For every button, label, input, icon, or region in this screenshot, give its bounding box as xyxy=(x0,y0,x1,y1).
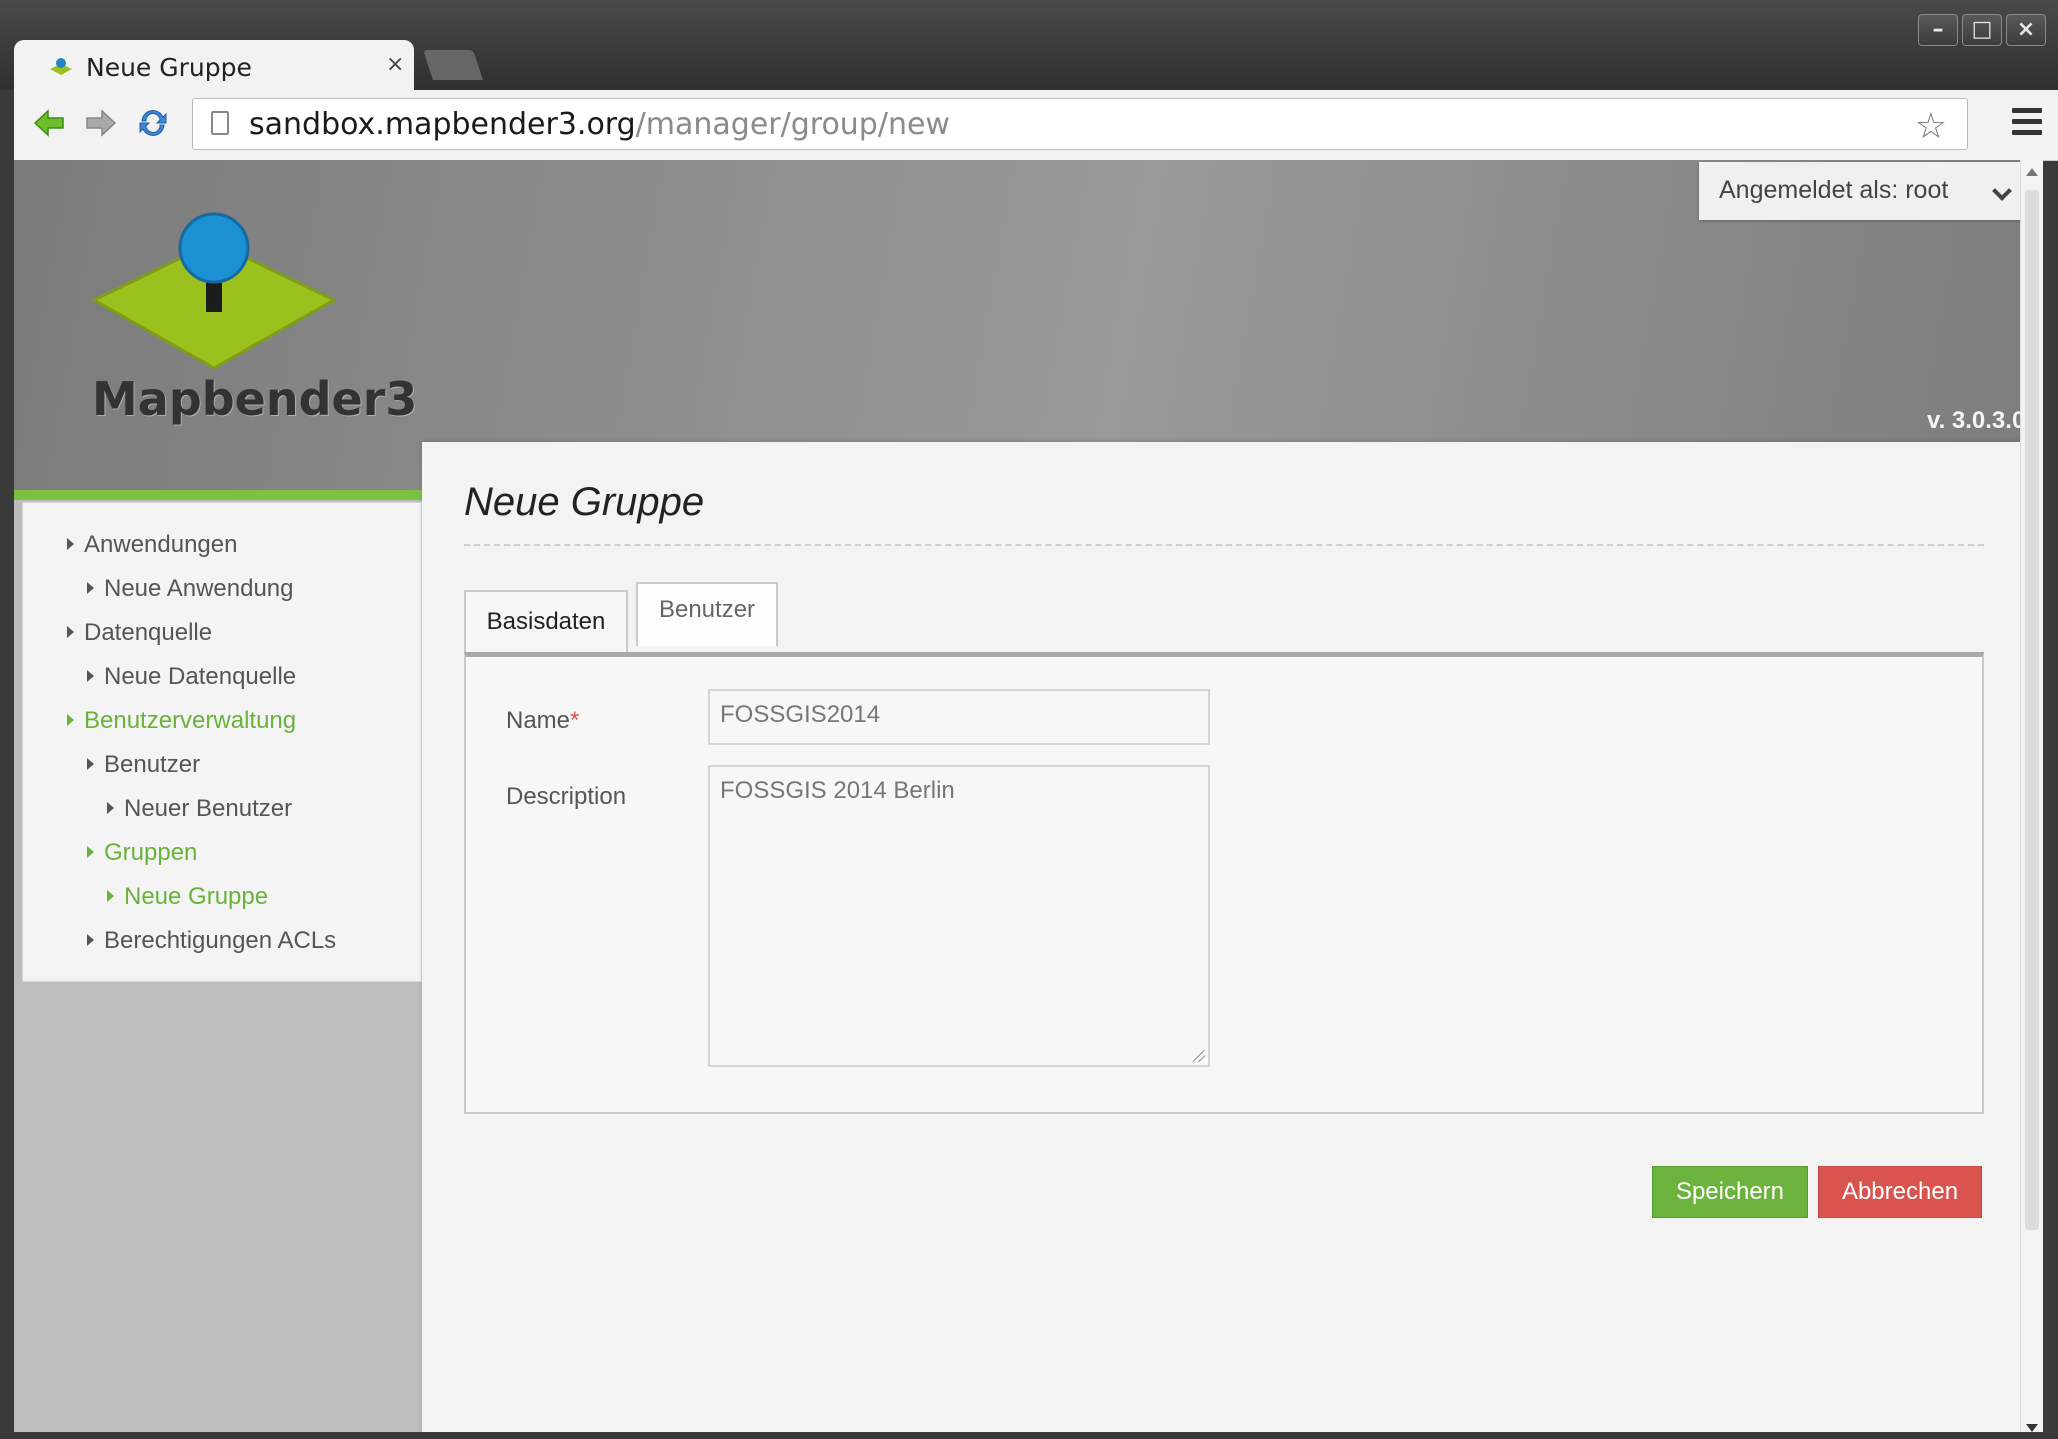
close-window-button[interactable]: × xyxy=(2006,14,2046,46)
page-icon xyxy=(211,111,229,135)
url-text: sandbox.mapbender3.org/manager/group/new xyxy=(249,107,950,142)
url-host: sandbox.mapbender3.org xyxy=(249,107,636,142)
tab-close-icon[interactable]: × xyxy=(386,52,404,77)
sidebar-item-neuer-benutzer[interactable]: Neuer Benutzer xyxy=(107,795,292,823)
tab-label: Basisdaten xyxy=(486,608,606,635)
sidebar-item-label: Anwendungen xyxy=(84,531,238,558)
triangle-right-icon xyxy=(87,670,94,682)
sidebar-item-label: Benutzer xyxy=(104,751,201,778)
sidebar-item-neue-datenquelle[interactable]: Neue Datenquelle xyxy=(87,663,296,691)
sidebar-nav: Anwendungen Neue Anwendung Datenquelle N… xyxy=(22,502,422,982)
back-arrow-icon[interactable] xyxy=(32,106,66,140)
save-button[interactable]: Speichern xyxy=(1652,1166,1808,1218)
window-bottom-border xyxy=(0,1432,2058,1439)
cancel-button[interactable]: Abbrechen xyxy=(1818,1166,1982,1218)
name-label: Name* xyxy=(506,707,579,735)
scroll-up-icon[interactable] xyxy=(2026,168,2038,176)
browser-window: – □ × Neue Gruppe × sandbox.mapbender3.o… xyxy=(0,0,2058,1439)
sidebar-item-label: Neue Gruppe xyxy=(124,883,269,910)
user-menu[interactable]: Angemeldet als: root xyxy=(1699,162,2025,220)
sidebar-item-label: Gruppen xyxy=(104,839,198,866)
page-viewport: Mapbender3 Angemeldet als: root v. 3.0.3… xyxy=(14,160,2034,1439)
bookmark-star-icon[interactable]: ☆ xyxy=(1915,105,1947,147)
sidebar-item-label: Neuer Benutzer xyxy=(124,795,293,822)
scroll-down-icon[interactable] xyxy=(2026,1424,2038,1432)
description-textarea[interactable]: FOSSGIS 2014 Berlin xyxy=(708,765,1210,1067)
browser-tab[interactable]: Neue Gruppe × xyxy=(14,40,414,92)
tab-benutzer[interactable]: Benutzer xyxy=(636,582,778,646)
title-bar: – □ × Neue Gruppe × xyxy=(0,0,2058,92)
sidebar-item-datenquelle[interactable]: Datenquelle xyxy=(67,619,212,647)
mapbender-favicon-icon xyxy=(50,58,72,75)
triangle-right-icon xyxy=(87,582,94,594)
browser-menu-icon[interactable] xyxy=(2012,108,2042,140)
new-tab-button[interactable] xyxy=(423,50,483,80)
name-field[interactable]: FOSSGIS2014 xyxy=(708,689,1210,745)
triangle-right-icon xyxy=(87,846,94,858)
reload-icon[interactable] xyxy=(136,106,170,140)
sidebar-item-benutzerverwaltung[interactable]: Benutzerverwaltung xyxy=(67,707,296,735)
triangle-right-icon xyxy=(67,626,74,638)
sidebar-item-benutzer[interactable]: Benutzer xyxy=(87,751,200,779)
name-label-text: Name xyxy=(506,707,571,734)
tab-title: Neue Gruppe xyxy=(86,53,252,82)
logo-text: Mapbender3 xyxy=(92,372,418,426)
description-value: FOSSGIS 2014 Berlin xyxy=(720,777,955,804)
tab-basisdaten[interactable]: Basisdaten xyxy=(464,590,628,654)
required-mark: * xyxy=(570,707,580,734)
form-panel: Name* FOSSGIS2014 Description FOSSGIS 20… xyxy=(464,652,1984,1114)
page-title: Neue Gruppe xyxy=(464,480,705,524)
minimize-button[interactable]: – xyxy=(1918,14,1958,46)
maximize-button[interactable]: □ xyxy=(1962,14,2002,46)
main-content: Neue Gruppe Basisdaten Benutzer Name* FO… xyxy=(422,442,2022,1439)
sidebar-item-label: Datenquelle xyxy=(84,619,213,646)
sidebar-item-berechtigungen-acls[interactable]: Berechtigungen ACLs xyxy=(87,927,336,955)
browser-toolbar: sandbox.mapbender3.org/manager/group/new… xyxy=(14,90,2058,161)
sidebar-item-anwendungen[interactable]: Anwendungen xyxy=(67,531,237,559)
triangle-right-icon xyxy=(107,890,114,902)
triangle-right-icon xyxy=(107,802,114,814)
triangle-right-icon xyxy=(87,758,94,770)
address-bar[interactable]: sandbox.mapbender3.org/manager/group/new… xyxy=(192,98,1968,150)
description-label: Description xyxy=(506,783,627,810)
version-label: v. 3.0.3.0 xyxy=(1927,407,2026,434)
triangle-right-icon xyxy=(67,538,74,550)
vertical-scrollbar[interactable] xyxy=(2020,160,2043,1439)
page-header: Mapbender3 Angemeldet als: root v. 3.0.3… xyxy=(14,160,2034,490)
sidebar-item-label: Benutzerverwaltung xyxy=(84,707,297,734)
title-divider xyxy=(464,544,1984,546)
sidebar-item-neue-gruppe[interactable]: Neue Gruppe xyxy=(107,883,268,911)
scrollbar-thumb[interactable] xyxy=(2025,190,2039,1230)
sidebar-item-gruppen[interactable]: Gruppen xyxy=(87,839,197,867)
forward-arrow-icon[interactable] xyxy=(84,106,118,140)
url-path: /manager/group/new xyxy=(635,107,950,142)
sidebar-item-label: Neue Anwendung xyxy=(104,575,294,602)
user-menu-label: Angemeldet als: root xyxy=(1719,176,1949,204)
tab-label: Benutzer xyxy=(658,596,756,623)
sidebar-item-label: Neue Datenquelle xyxy=(104,663,297,690)
chevron-down-icon xyxy=(1992,181,2012,201)
triangle-right-icon xyxy=(67,714,74,726)
resize-handle-icon[interactable] xyxy=(1193,1050,1205,1062)
sidebar-item-label: Berechtigungen ACLs xyxy=(104,927,337,954)
sidebar-item-neue-anwendung[interactable]: Neue Anwendung xyxy=(87,575,294,603)
tab-bar: Basisdaten Benutzer xyxy=(464,582,1984,654)
triangle-right-icon xyxy=(87,934,94,946)
